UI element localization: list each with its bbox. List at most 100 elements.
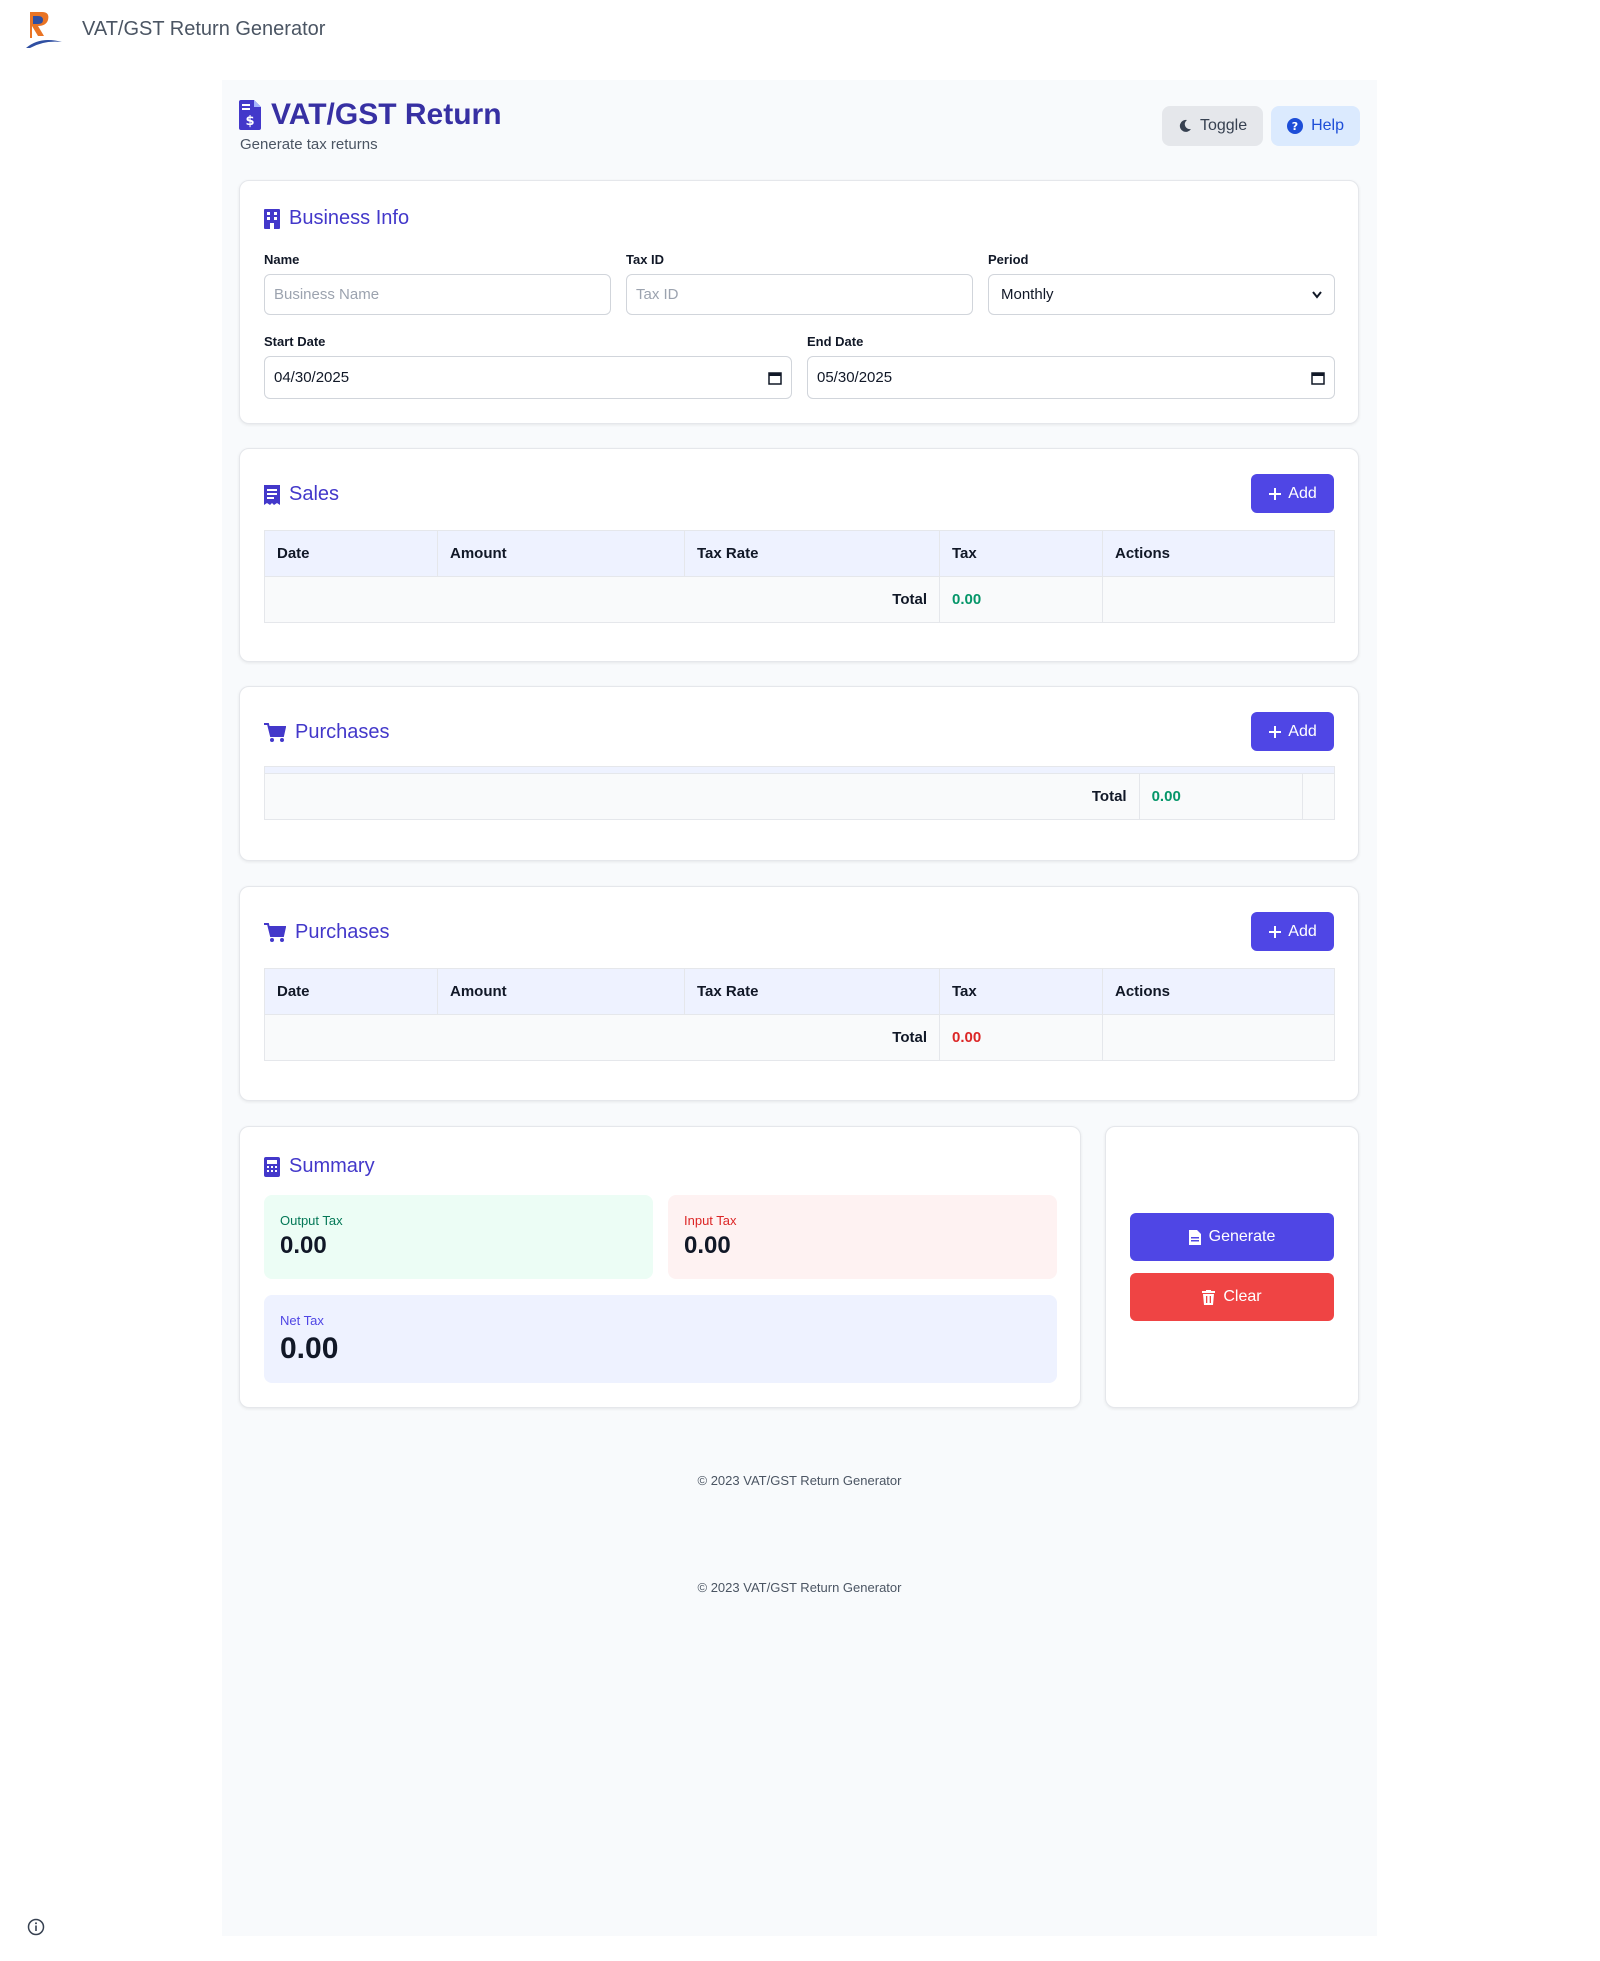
period-select[interactable]: Monthly: [988, 274, 1335, 315]
calculator-icon: [264, 1156, 280, 1177]
end-date-value: 05/30/2025: [817, 369, 893, 386]
total-row: Total 0.00: [264, 576, 1335, 623]
sales-title: Sales: [264, 483, 339, 506]
info-icon[interactable]: [27, 1918, 45, 1936]
page-title: VAT/GST Return: [271, 98, 502, 131]
column-header: Date: [264, 968, 438, 1015]
add-label: Add: [1288, 922, 1317, 940]
purchases-total-value: 0.00: [1138, 773, 1303, 820]
actions-card: Generate Clear: [1105, 1126, 1359, 1408]
purchases-total-value: 0.00: [939, 1014, 1103, 1061]
table-header-row: Date Amount Tax Rate Tax Actions: [264, 968, 1335, 1015]
empty-cell: [1102, 576, 1335, 623]
plus-icon: [1269, 725, 1282, 738]
shopping-cart-icon: [264, 722, 286, 742]
total-label: Total: [264, 773, 1140, 820]
input-tax-box: Input Tax 0.00: [668, 1195, 1057, 1279]
page-header: $ VAT/GST Return Generate tax returns To…: [239, 98, 1360, 158]
column-header: Amount: [437, 530, 685, 577]
help-button[interactable]: ? Help: [1271, 106, 1360, 146]
total-row: Total 0.00: [264, 773, 1336, 820]
business-info-heading: Business Info: [289, 207, 410, 229]
purchases-title-2: Purchases: [264, 921, 390, 944]
input-tax-value: 0.00: [684, 1232, 731, 1259]
name-label: Name: [264, 252, 300, 267]
help-label: Help: [1311, 117, 1344, 134]
sales-table: Date Amount Tax Rate Tax Actions Total 0…: [264, 530, 1335, 623]
theme-toggle-button[interactable]: Toggle: [1161, 106, 1264, 146]
end-date-input[interactable]: 05/30/2025: [807, 356, 1335, 399]
footer-copyright: © 2023 VAT/GST Return Generator: [697, 1473, 902, 1488]
column-header: Tax Rate: [684, 968, 940, 1015]
total-label: Total: [264, 576, 940, 623]
output-tax-box: Output Tax 0.00: [264, 1195, 653, 1279]
shopping-cart-icon: [264, 922, 286, 942]
plus-icon: [1269, 487, 1282, 500]
column-header: Actions: [1102, 968, 1335, 1015]
file-icon: [1188, 1229, 1201, 1245]
clear-button[interactable]: Clear: [1130, 1273, 1334, 1321]
net-tax-value: 0.00: [280, 1332, 339, 1365]
total-label: Total: [264, 1014, 940, 1061]
sales-heading: Sales: [289, 483, 340, 505]
generate-label: Generate: [1208, 1228, 1276, 1245]
period-value: Monthly: [1001, 286, 1054, 303]
column-header: Tax Rate: [684, 530, 940, 577]
purchases-heading: Purchases: [295, 721, 390, 743]
plus-icon: [1269, 925, 1282, 938]
column-header: Actions: [1102, 530, 1335, 577]
net-tax-label: Net Tax: [280, 1313, 324, 1328]
sales-total-value: 0.00: [939, 576, 1103, 623]
calendar-icon[interactable]: [1311, 371, 1325, 385]
purchases-table-2: Date Amount Tax Rate Tax Actions Total 0…: [264, 968, 1335, 1061]
toggle-label: Toggle: [1199, 117, 1248, 134]
business-name-input[interactable]: [264, 274, 611, 315]
tax-id-label: Tax ID: [626, 252, 665, 267]
summary-card: Summary Output Tax 0.00 Input Tax 0.00 N…: [239, 1126, 1081, 1408]
page-container: $ VAT/GST Return Generate tax returns To…: [222, 80, 1377, 1936]
app-title: VAT/GST Return Generator: [82, 17, 326, 40]
generate-button[interactable]: Generate: [1130, 1213, 1334, 1261]
calendar-icon[interactable]: [768, 371, 782, 385]
start-date-input[interactable]: 04/30/2025: [264, 356, 792, 399]
footer-copyright: © 2023 VAT/GST Return Generator: [697, 1580, 902, 1595]
output-tax-value: 0.00: [280, 1232, 327, 1259]
invoice-dollar-icon: $: [239, 100, 261, 130]
total-row: Total 0.00: [264, 1014, 1335, 1061]
add-sale-button[interactable]: Add: [1251, 474, 1334, 513]
sales-card: Sales Add Date Amount Tax Rate Tax Actio…: [239, 448, 1359, 662]
end-date-label: End Date: [807, 334, 864, 349]
add-purchase-button[interactable]: Add: [1251, 912, 1334, 951]
add-purchase-button[interactable]: Add: [1251, 712, 1334, 751]
tax-id-input[interactable]: [626, 274, 973, 315]
column-header: Tax: [939, 968, 1103, 1015]
business-info-card: Business Info Name Tax ID Period Monthly…: [239, 180, 1359, 424]
receipt-icon: [264, 484, 280, 505]
business-info-title: Business Info: [264, 207, 409, 230]
summary-title: Summary: [264, 1155, 375, 1178]
table-header-row: Date Amount Tax Rate Tax Actions: [264, 530, 1335, 577]
purchases-table-1: Total 0.00: [264, 773, 1336, 820]
moon-icon: [1179, 119, 1191, 132]
building-icon: [264, 208, 280, 229]
purchases-title-1: Purchases: [264, 721, 390, 744]
app-logo-icon: [26, 12, 62, 48]
output-tax-label: Output Tax: [280, 1213, 343, 1228]
purchases-card-2: Purchases Add Date Amount Tax Rate Tax A…: [239, 886, 1359, 1101]
trash-icon: [1202, 1289, 1216, 1305]
summary-heading: Summary: [289, 1155, 375, 1177]
start-date-label: Start Date: [264, 334, 326, 349]
input-tax-label: Input Tax: [684, 1213, 737, 1228]
add-label: Add: [1288, 484, 1317, 502]
question-circle-icon: ?: [1287, 118, 1304, 134]
purchases-card-1: Purchases Add Total 0.00: [239, 686, 1359, 861]
empty-cell: [1102, 1014, 1335, 1061]
svg-text:$: $: [245, 114, 254, 129]
period-label: Period: [988, 252, 1029, 267]
column-header: Date: [264, 530, 438, 577]
chevron-down-icon: [1312, 290, 1322, 299]
net-tax-box: Net Tax 0.00: [264, 1295, 1057, 1383]
column-header: Tax: [939, 530, 1103, 577]
clear-label: Clear: [1223, 1288, 1262, 1305]
svg-text:?: ?: [1292, 120, 1298, 133]
